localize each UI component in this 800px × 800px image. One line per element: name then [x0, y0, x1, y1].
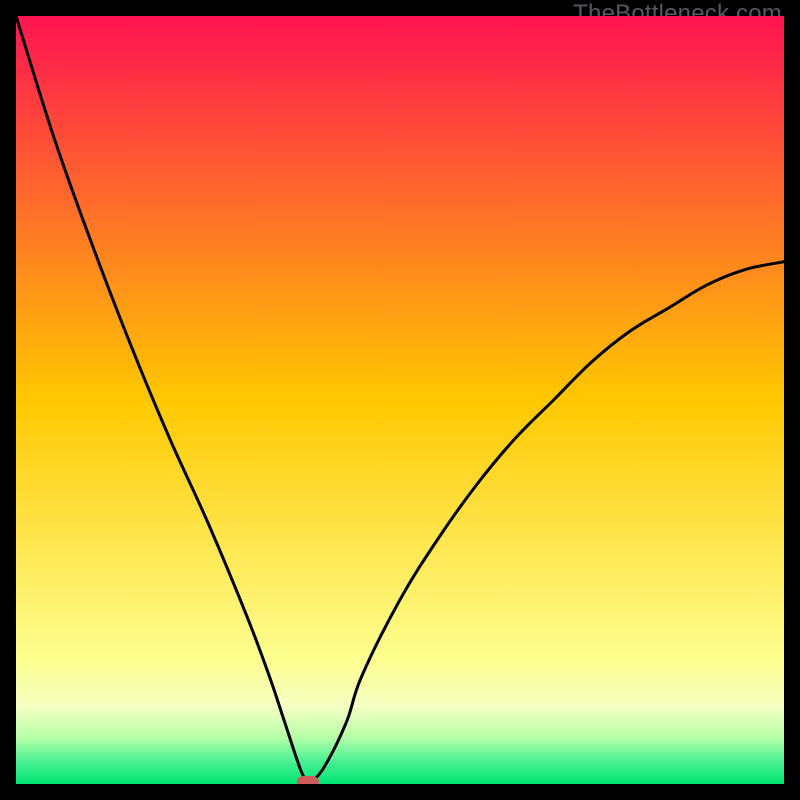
gradient-background — [16, 16, 784, 784]
bottleneck-plot — [16, 16, 784, 784]
chart-frame: TheBottleneck.com — [0, 0, 800, 800]
optimal-marker — [297, 776, 319, 784]
